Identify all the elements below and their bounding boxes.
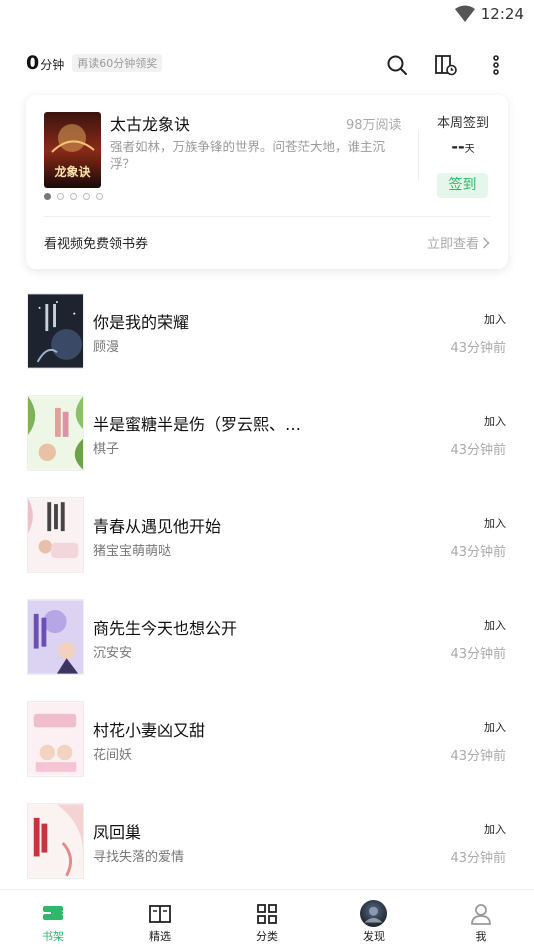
checkin-days: --天 (428, 137, 498, 156)
nav-discover[interactable]: 发现 (334, 890, 414, 949)
book-author: 猪宝宝萌萌哒 (93, 544, 172, 559)
featured-description: 强者如林，万族争锋的世界。问苍茫大地，谁主沉浮？ (110, 139, 386, 171)
nav-label: 书架 (42, 930, 64, 943)
add-to-shelf-button[interactable]: 加入 (484, 515, 506, 531)
card-divider (418, 129, 419, 181)
open-book-icon (149, 905, 171, 923)
reward-tip[interactable]: 再读60分钟领奖 (72, 54, 163, 72)
status-time: 12:24 (480, 5, 524, 23)
book-list-item[interactable]: 商先生今天也想公开 沉安安 加入 43分钟前 (26, 599, 508, 679)
bookshelf-header: 0 分钟 再读60分钟领奖 (26, 50, 508, 82)
carousel-dot[interactable] (83, 193, 90, 200)
book-title[interactable]: 青春从遇见他开始 (93, 513, 221, 537)
chevron-right-icon (482, 236, 490, 249)
bookshelf-icon (43, 906, 63, 920)
nav-label: 分类 (256, 930, 278, 943)
book-title[interactable]: 你是我的荣耀 (93, 309, 189, 333)
discover-avatar-icon (360, 900, 387, 927)
checkin-days-value: -- (451, 137, 465, 156)
status-bar: 12:24 (0, 0, 534, 30)
nav-label: 精选 (149, 930, 171, 943)
book-cover[interactable] (27, 293, 84, 369)
nav-label: 我 (475, 930, 487, 943)
add-to-shelf-button[interactable]: 加入 (484, 413, 506, 429)
book-list-item[interactable]: 你是我的荣耀 顾漫 加入 43分钟前 (26, 293, 508, 373)
reading-minutes: 0 (26, 52, 40, 74)
featured-cover-title: 龙象诀 (54, 164, 91, 179)
video-voucher-promo[interactable]: 看视频免费领书券 (44, 233, 148, 252)
more-icon[interactable] (484, 53, 508, 77)
last-read-time: 43分钟前 (450, 749, 506, 764)
category-grid-icon (257, 904, 277, 924)
bookshelf-history-icon[interactable] (434, 53, 458, 77)
featured-book-cover[interactable]: 龙象诀 (44, 112, 101, 188)
minutes-unit: 分钟 (40, 58, 65, 72)
book-cover[interactable] (27, 599, 84, 675)
carousel-dot[interactable] (57, 193, 64, 200)
book-cover[interactable] (27, 497, 84, 573)
bottom-nav: 书架 精选 分类 发现 我 (0, 889, 534, 949)
book-author: 寻找失落的爱情 (93, 850, 185, 865)
book-list-item[interactable]: 村花小妻凶又甜 花间妖 加入 43分钟前 (26, 701, 508, 781)
checkin-days-unit: 天 (464, 144, 475, 155)
nav-featured[interactable]: 精选 (120, 890, 200, 949)
book-author: 花间妖 (93, 748, 133, 763)
carousel-dot[interactable] (44, 193, 51, 200)
featured-book-card[interactable]: 龙象诀 太古龙象诀 98万阅读 强者如林，万族争锋的世界。问苍茫大地，谁主沉浮？… (26, 95, 508, 269)
last-read-time: 43分钟前 (450, 545, 506, 560)
add-to-shelf-button[interactable]: 加入 (484, 719, 506, 735)
carousel-dot[interactable] (70, 193, 77, 200)
book-author: 顾漫 (93, 340, 120, 355)
book-title[interactable]: 商先生今天也想公开 (93, 615, 237, 639)
add-to-shelf-button[interactable]: 加入 (484, 617, 506, 633)
book-cover[interactable] (27, 395, 84, 471)
carousel-dot[interactable] (96, 193, 103, 200)
nav-bookshelf[interactable]: 书架 (13, 890, 93, 949)
search-icon[interactable] (385, 53, 409, 77)
add-to-shelf-button[interactable]: 加入 (484, 821, 506, 837)
card-divider (44, 216, 490, 217)
last-read-time: 43分钟前 (450, 647, 506, 662)
book-list-item[interactable]: 青春从遇见他开始 猪宝宝萌萌哒 加入 43分钟前 (26, 497, 508, 577)
book-list-item[interactable]: 凤回巢 寻找失落的爱情 加入 43分钟前 (26, 803, 508, 883)
profile-icon (471, 904, 491, 925)
nav-label: 发现 (363, 930, 385, 943)
nav-category[interactable]: 分类 (227, 890, 307, 949)
weekly-checkin-label: 本周签到 (436, 116, 489, 131)
last-read-time: 43分钟前 (450, 851, 506, 866)
book-list-item[interactable]: 半是蜜糖半是伤（罗云熙、… 棋子 加入 43分钟前 (26, 395, 508, 475)
book-title[interactable]: 凤回巢 (93, 819, 141, 843)
last-read-time: 43分钟前 (450, 443, 506, 458)
reading-time[interactable]: 0 分钟 再读60分钟领奖 (26, 52, 163, 74)
book-title[interactable]: 村花小妻凶又甜 (93, 717, 205, 741)
book-cover[interactable] (27, 803, 84, 879)
view-now-label: 立即查看 (426, 237, 479, 252)
nav-profile[interactable]: 我 (441, 890, 521, 949)
book-cover[interactable] (27, 701, 84, 777)
wifi-icon (455, 5, 475, 22)
last-read-time: 43分钟前 (450, 341, 506, 356)
checkin-button[interactable]: 签到 (437, 173, 488, 198)
view-now-link[interactable]: 立即查看 (427, 233, 490, 252)
book-author: 棋子 (93, 442, 120, 457)
featured-book-title[interactable]: 太古龙象诀 (110, 111, 190, 135)
carousel-indicator (44, 193, 109, 200)
book-author: 沉安安 (93, 646, 133, 661)
featured-read-count: 98万阅读 (346, 118, 402, 133)
book-title[interactable]: 半是蜜糖半是伤（罗云熙、… (93, 411, 301, 435)
add-to-shelf-button[interactable]: 加入 (484, 311, 506, 327)
